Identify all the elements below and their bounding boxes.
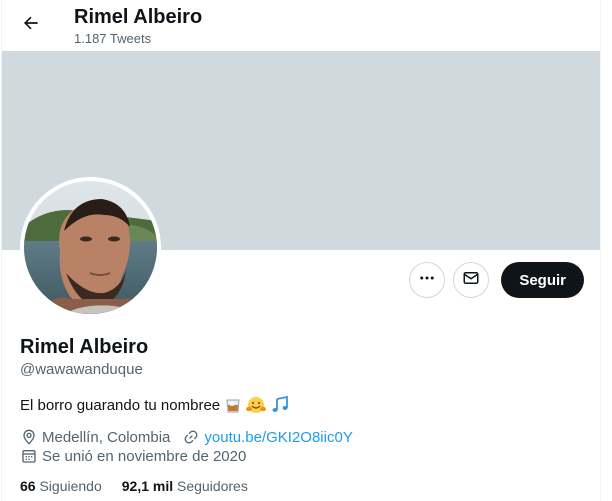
avatar[interactable]	[20, 177, 161, 318]
profile-handle: @wawawanduque	[20, 361, 143, 378]
profile-actions: Seguir	[409, 262, 584, 298]
profile-bio: El borro guarando tu nombree	[20, 396, 290, 414]
profile-page: Rimel Albeiro 1.187 Tweets Seguir Rimel …	[1, 0, 601, 501]
followers-label: Seguidores	[177, 478, 248, 494]
more-dots-icon	[418, 269, 436, 292]
header-tweet-count: 1.187 Tweets	[74, 31, 152, 46]
following-count: 66	[20, 478, 36, 494]
following-label: Siguiendo	[39, 478, 102, 494]
location-text: Medellín, Colombia	[42, 428, 171, 446]
followers-count: 92,1 mil	[121, 478, 174, 494]
website-link[interactable]: youtu.be/GKI2O8iic0Y	[204, 429, 352, 446]
followers-stat[interactable]: 92,1 mil Seguidores	[122, 478, 248, 494]
profile-display-name: Rimel Albeiro	[20, 336, 149, 358]
hugging-face-emoji	[246, 396, 267, 414]
arrow-left-icon	[21, 13, 41, 38]
more-button[interactable]	[409, 262, 446, 298]
location-pin-icon	[20, 428, 38, 446]
bio-text: El borro guarando tu nombree	[20, 396, 221, 414]
avatar-photo	[24, 181, 157, 314]
profile-joined-row: Se unió en noviembre de 2020	[20, 447, 258, 465]
follow-stats: 66 Siguiendo 92,1 mil Seguidores	[20, 478, 248, 494]
joined-item: Se unió en noviembre de 2020	[20, 447, 246, 465]
link-icon	[182, 428, 200, 446]
envelope-icon	[462, 269, 480, 292]
joined-text: Se unió en noviembre de 2020	[42, 447, 247, 465]
music-notes-emoji	[270, 396, 290, 414]
location-item: Medellín, Colombia	[20, 428, 170, 446]
calendar-icon	[20, 447, 38, 465]
website-item: youtu.be/GKI2O8iic0Y	[182, 428, 353, 446]
whisky-glass-emoji	[224, 396, 242, 414]
message-button[interactable]	[453, 262, 490, 298]
profile-meta-row: Medellín, Colombia youtu.be/GKI2O8iic0Y	[20, 428, 365, 446]
follow-button[interactable]: Seguir	[501, 262, 584, 298]
following-stat[interactable]: 66 Siguiendo	[20, 478, 102, 494]
back-button[interactable]	[14, 8, 48, 42]
top-header: Rimel Albeiro 1.187 Tweets	[2, 0, 600, 51]
header-name: Rimel Albeiro	[74, 6, 203, 28]
